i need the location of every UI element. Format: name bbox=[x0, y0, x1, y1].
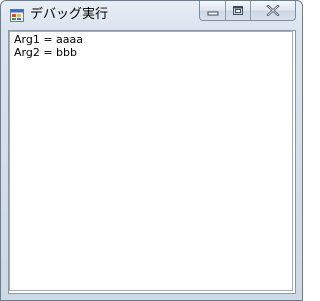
client-area: Arg1 = aaaa Arg2 = bbb bbox=[8, 30, 296, 294]
application-icon[interactable] bbox=[10, 9, 24, 22]
app-window: デバッグ実行 Arg1 = aaaa Arg2 = bbb bbox=[0, 0, 303, 301]
output-line-arg1: Arg1 = aaaa bbox=[14, 33, 84, 46]
maximize-icon bbox=[233, 6, 243, 15]
maximize-button[interactable] bbox=[226, 1, 251, 20]
minimize-button[interactable] bbox=[200, 1, 226, 20]
output-textbox[interactable]: Arg1 = aaaa Arg2 = bbb bbox=[9, 31, 293, 291]
caption-buttons bbox=[199, 1, 296, 21]
close-button[interactable] bbox=[251, 1, 295, 20]
minimize-icon bbox=[207, 11, 218, 15]
output-line-arg2: Arg2 = bbb bbox=[14, 46, 77, 59]
window-title: デバッグ実行 bbox=[30, 7, 109, 22]
title-bar[interactable]: デバッグ実行 bbox=[1, 1, 302, 31]
close-icon bbox=[266, 5, 280, 16]
